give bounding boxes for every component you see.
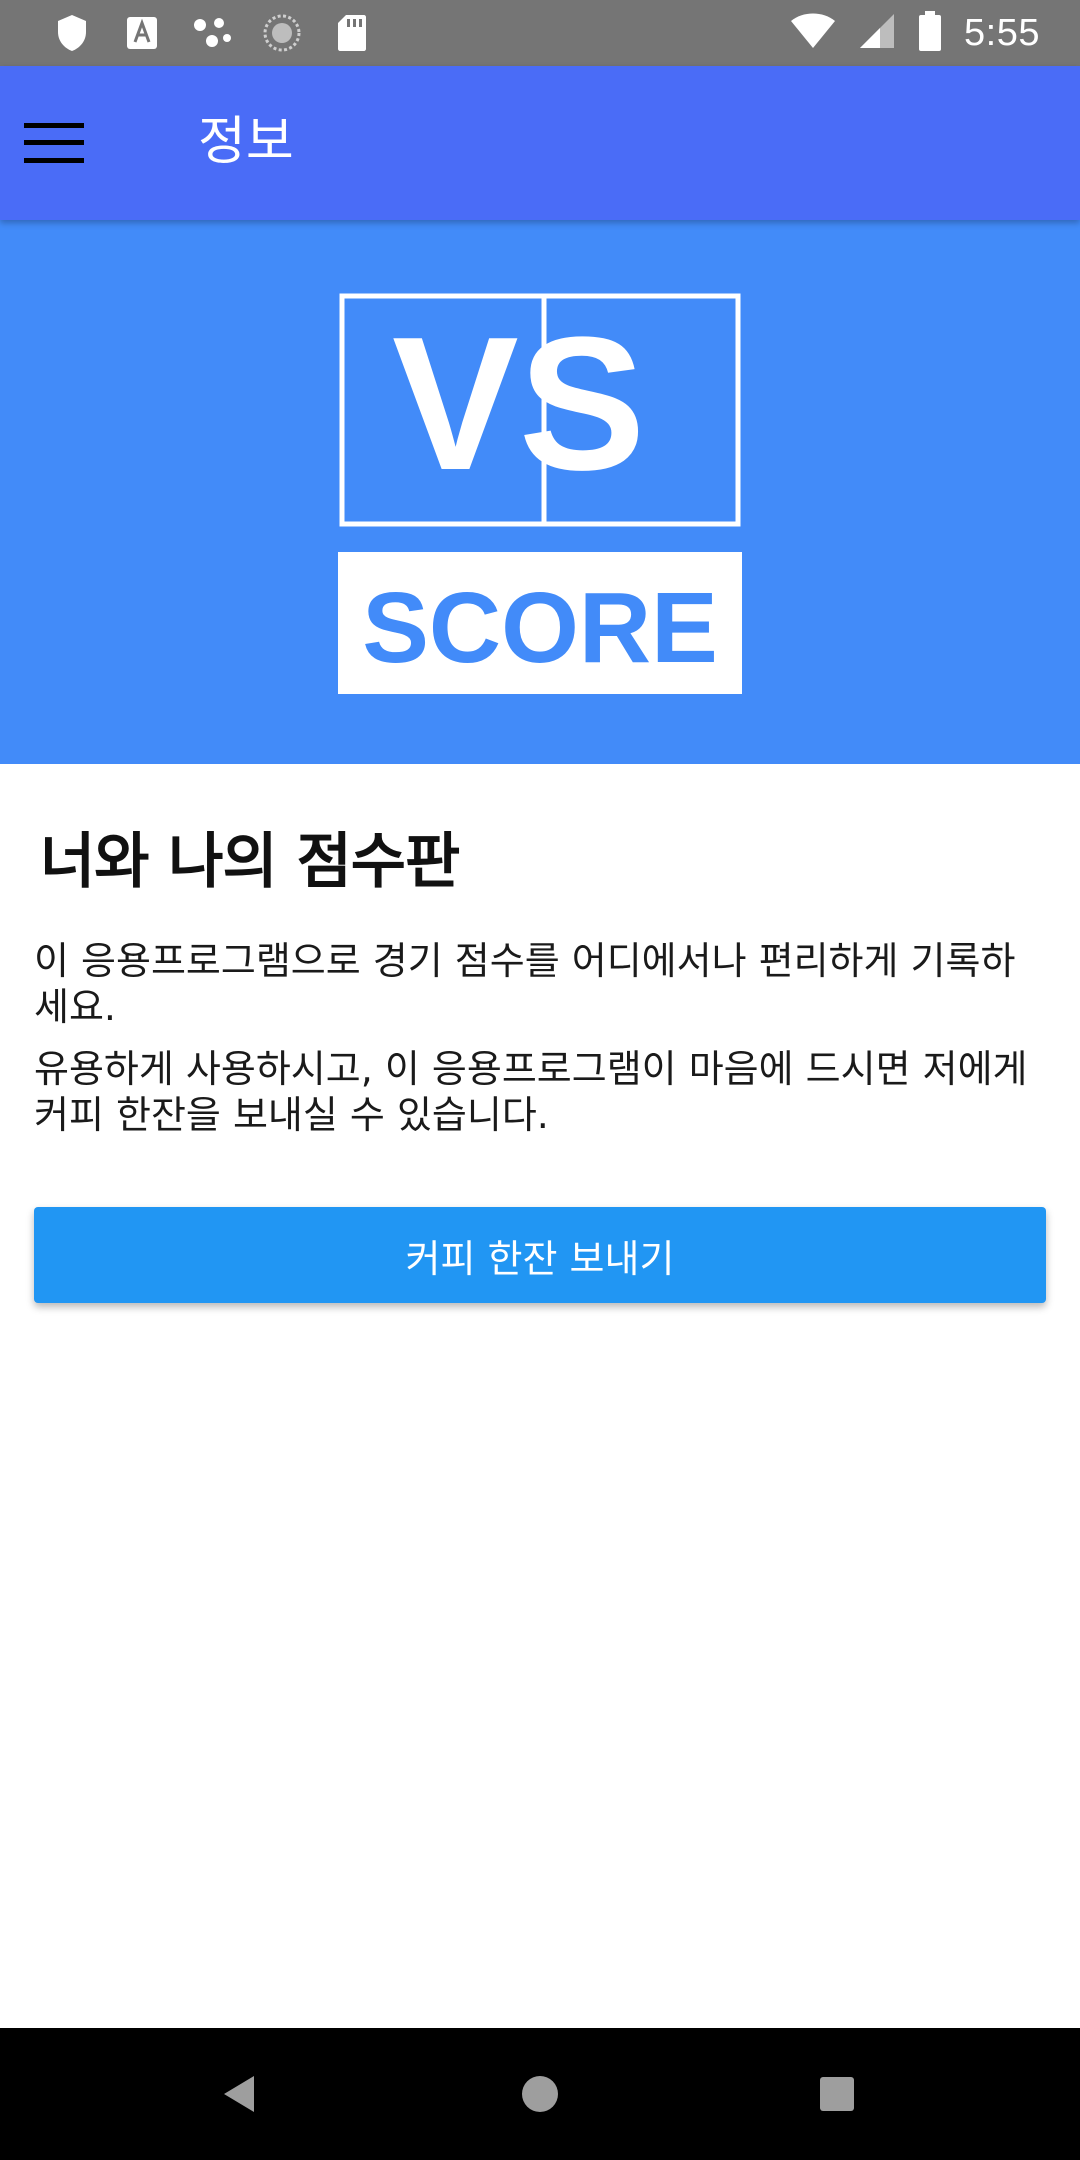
navigation-bar [0, 2028, 1080, 2160]
status-time: 5:55 [964, 11, 1040, 54]
sync-circle-icon [262, 12, 302, 54]
recents-icon [820, 2077, 854, 2111]
sd-card-icon [332, 12, 372, 54]
status-right-icons: 5:55 [790, 10, 1040, 56]
app-bar: 정보 [0, 66, 1080, 220]
send-coffee-button[interactable]: 커피 한잔 보내기 [34, 1207, 1046, 1303]
status-left-icons [52, 12, 372, 54]
hero-banner: VS SCORE [0, 220, 1080, 764]
vs-score-logo: VS SCORE [338, 293, 742, 694]
dots-icon [192, 12, 232, 54]
description-paragraph-2: 유용하게 사용하시고, 이 응용프로그램이 마음에 드시면 저에게 커피 한잔을… [34, 1047, 1028, 1137]
page-title: 정보 [198, 112, 294, 172]
shield-icon [52, 12, 92, 54]
logo-score-text: SCORE [362, 572, 718, 684]
hamburger-menu-icon [24, 123, 84, 163]
about-screen: 5:55 정보 VS SCORE 너와 나의 점수판 이 응용프로그램으로 경기… [0, 0, 1080, 2160]
content-title: 너와 나의 점수판 [40, 827, 460, 897]
home-button[interactable] [500, 2054, 580, 2134]
text-a-icon [122, 12, 162, 54]
home-icon [522, 2076, 558, 2112]
back-button[interactable] [200, 2054, 280, 2134]
recents-button[interactable] [797, 2054, 877, 2134]
wifi-icon [790, 12, 836, 54]
signal-icon [858, 12, 896, 54]
battery-icon [918, 10, 942, 56]
back-icon [224, 2076, 254, 2112]
menu-button[interactable] [10, 99, 98, 187]
logo-vs-text: VS [392, 298, 645, 510]
description-paragraph-1: 이 응용프로그램으로 경기 점수를 어디에서나 편리하게 기록하세요. [34, 939, 1016, 1029]
status-bar: 5:55 [0, 0, 1080, 66]
